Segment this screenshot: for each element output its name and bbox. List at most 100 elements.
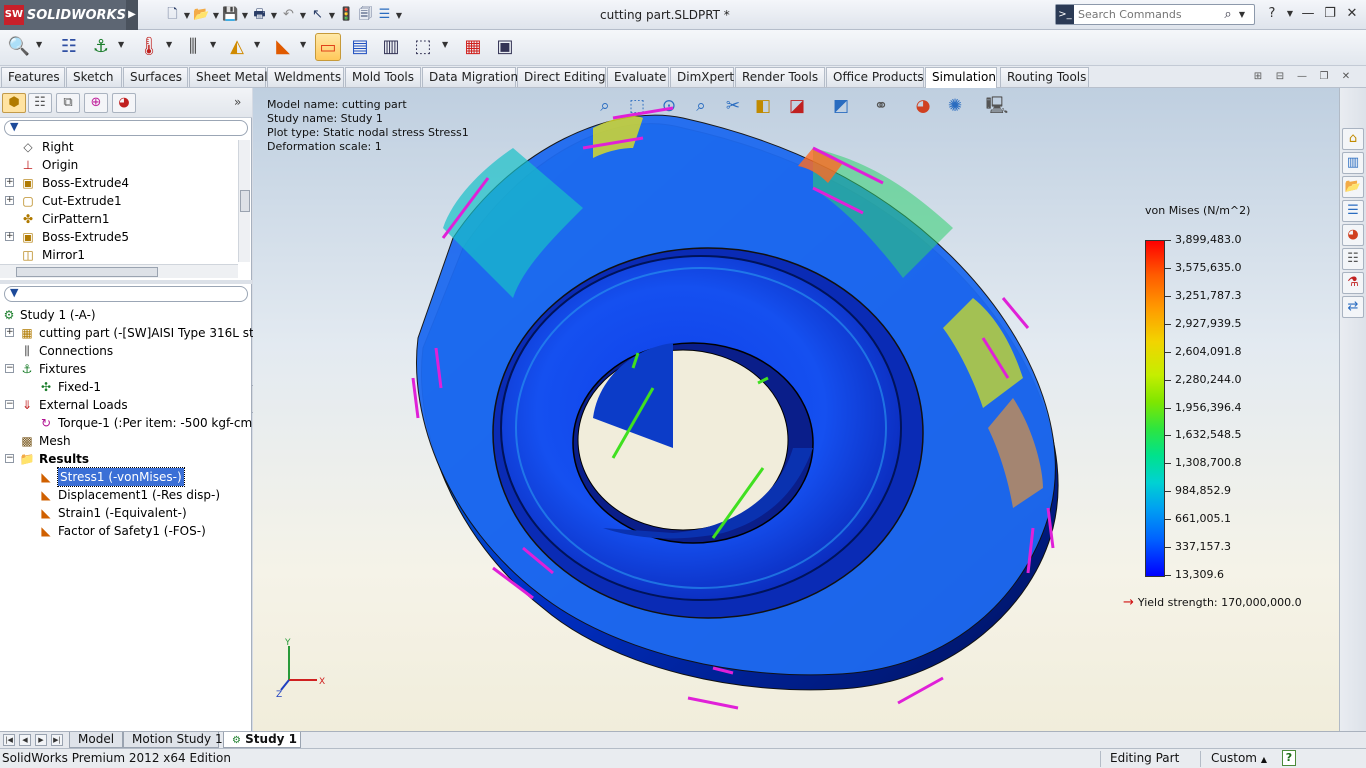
tree-item-origin[interactable]: ⊥ Origin bbox=[0, 156, 240, 174]
study-item-part[interactable]: + ▦ cutting part (-[SW]AISI Type 316L stai… bbox=[0, 324, 283, 342]
new-dropdown-icon[interactable]: ▼ bbox=[183, 11, 191, 20]
study-advisor-icon[interactable]: 🔍 bbox=[6, 33, 32, 61]
save-dropdown-icon[interactable]: ▼ bbox=[241, 11, 249, 20]
first-tab-icon[interactable]: |◀ bbox=[3, 734, 15, 746]
panel-splitter[interactable] bbox=[0, 280, 252, 284]
study-item-fixtures[interactable]: − ⚓ Fixtures bbox=[0, 360, 252, 378]
expand-panel-icon[interactable]: » bbox=[234, 95, 241, 109]
tree-item-cirpattern1[interactable]: ✤ CirPattern1 bbox=[0, 210, 240, 228]
units-selector[interactable]: Custom ▲ bbox=[1211, 749, 1267, 768]
tab-office-products[interactable]: Office Products bbox=[826, 67, 924, 87]
tab-sheet-metal[interactable]: Sheet Metal bbox=[189, 67, 268, 87]
tab-routing-tools[interactable]: Routing Tools bbox=[1000, 67, 1089, 87]
tab-dimxpert[interactable]: DimXpert bbox=[670, 67, 734, 87]
plot-tools-icon[interactable]: ⬚ bbox=[410, 33, 436, 61]
propertymanager-tab-icon[interactable]: ☷ bbox=[28, 93, 52, 113]
collapse-icon[interactable]: − bbox=[5, 400, 14, 409]
expand-icon[interactable]: + bbox=[5, 232, 14, 241]
print-icon[interactable]: 🖶 bbox=[251, 7, 268, 23]
connections-dropdown-icon[interactable]: ▼ bbox=[210, 40, 216, 49]
doc-minimize-icon[interactable]: — bbox=[1294, 70, 1310, 84]
menu-chevron-icon[interactable]: ▶ bbox=[126, 0, 138, 30]
tab-model[interactable]: Model bbox=[69, 732, 123, 748]
collapse-icon[interactable]: − bbox=[5, 364, 14, 373]
displaymanager-tab-icon[interactable]: ◕ bbox=[112, 93, 136, 113]
simulation-advisor-icon[interactable]: ⚗ bbox=[1342, 272, 1364, 294]
tab-simulation[interactable]: Simulation bbox=[925, 67, 997, 88]
study-item-external-loads[interactable]: − ⇓ External Loads bbox=[0, 396, 252, 414]
report-icon[interactable]: ▦ bbox=[460, 33, 486, 61]
print-dropdown-icon[interactable]: ▼ bbox=[270, 11, 278, 20]
tab-mold-tools[interactable]: Mold Tools bbox=[345, 67, 421, 87]
deformed-result-icon[interactable]: ▭ bbox=[315, 33, 341, 61]
tab-surfaces[interactable]: Surfaces bbox=[123, 67, 188, 87]
graphics-area[interactable]: Model name: cutting part Study name: Stu… bbox=[253, 88, 1339, 731]
expand-icon[interactable]: + bbox=[5, 196, 14, 205]
file-explorer-icon[interactable]: 📂 bbox=[1342, 176, 1364, 198]
fixtures-dropdown-icon[interactable]: ▼ bbox=[118, 40, 124, 49]
result-displacement1[interactable]: ◣ Displacement1 (-Res disp-) bbox=[0, 486, 252, 504]
tab-direct-editing[interactable]: Direct Editing bbox=[517, 67, 606, 87]
tab-features[interactable]: Features bbox=[1, 67, 65, 87]
configurationmanager-tab-icon[interactable]: ⧉ bbox=[56, 93, 80, 113]
results-dropdown-icon[interactable]: ▼ bbox=[300, 40, 306, 49]
tab-data-migration[interactable]: Data Migration bbox=[422, 67, 518, 87]
rebuild-icon[interactable]: 🚦 bbox=[338, 7, 355, 23]
results-advisor-icon[interactable]: ◣ bbox=[270, 33, 296, 61]
plot-tools-dropdown-icon[interactable]: ▼ bbox=[442, 40, 448, 49]
close-icon[interactable]: ✕ bbox=[1342, 5, 1362, 23]
appearances-icon[interactable]: ◕ bbox=[1342, 224, 1364, 246]
design-library-icon[interactable]: ▥ bbox=[1342, 152, 1364, 174]
study-item-results[interactable]: − 📁 Results bbox=[0, 450, 252, 468]
tree-item-boss-extrude5[interactable]: + ▣ Boss-Extrude5 bbox=[0, 228, 240, 246]
prev-tab-icon[interactable]: ◀ bbox=[19, 734, 31, 746]
quick-tips-help-icon[interactable]: ? bbox=[1282, 750, 1296, 766]
tile-horizontal-icon[interactable]: ⊞ bbox=[1250, 70, 1266, 84]
compare-results-icon[interactable]: ▤ bbox=[347, 33, 373, 61]
tab-motion-study-1[interactable]: Motion Study 1 bbox=[123, 732, 223, 748]
tab-sketch[interactable]: Sketch bbox=[66, 67, 122, 87]
minimize-icon[interactable]: — bbox=[1298, 5, 1318, 23]
design-insight-icon[interactable]: ▥ bbox=[378, 33, 404, 61]
restore-icon[interactable]: ❐ bbox=[1320, 5, 1340, 23]
mesh-dropdown-icon[interactable]: ▼ bbox=[254, 40, 260, 49]
tile-vertical-icon[interactable]: ⊟ bbox=[1272, 70, 1288, 84]
tree-item-right[interactable]: ◇ Right bbox=[0, 138, 240, 156]
expand-icon[interactable]: + bbox=[5, 328, 14, 337]
study-item-connections[interactable]: ⫼ Connections bbox=[0, 342, 252, 360]
search-results-icon[interactable]: ☰ bbox=[1342, 200, 1364, 222]
doc-restore-icon[interactable]: ❐ bbox=[1316, 70, 1332, 84]
connections-icon[interactable]: ⫼ bbox=[180, 33, 206, 61]
loads-dropdown-icon[interactable]: ▼ bbox=[166, 40, 172, 49]
doc-close-icon[interactable]: ✕ bbox=[1338, 70, 1354, 84]
search-icon[interactable]: ⌕ bbox=[1218, 7, 1238, 22]
scroll-thumb[interactable] bbox=[240, 190, 250, 212]
tab-study-1[interactable]: ⚙ Study 1 bbox=[223, 732, 301, 748]
dimxpertmanager-tab-icon[interactable]: ⊕ bbox=[84, 93, 108, 113]
undo-icon[interactable]: ↶ bbox=[280, 7, 297, 23]
open-dropdown-icon[interactable]: ▼ bbox=[212, 11, 220, 20]
study-root[interactable]: ⚙ Study 1 (-A-) bbox=[0, 306, 252, 324]
tree-item-cut-extrude1[interactable]: + ▢ Cut-Extrude1 bbox=[0, 192, 240, 210]
tab-weldments[interactable]: Weldments bbox=[267, 67, 344, 87]
forum-icon[interactable]: ⇄ bbox=[1342, 296, 1364, 318]
study-tree-filter[interactable]: ▼ bbox=[4, 286, 248, 302]
collapse-icon[interactable]: − bbox=[5, 454, 14, 463]
scroll-thumb[interactable] bbox=[16, 267, 158, 277]
open-folder-icon[interactable]: 📂 bbox=[193, 7, 210, 23]
run-icon[interactable]: ☷ bbox=[56, 33, 82, 61]
mesh-icon[interactable]: ◭ bbox=[224, 33, 250, 61]
tree-vertical-scrollbar[interactable] bbox=[238, 140, 250, 262]
file-properties-icon[interactable]: 🗐 bbox=[357, 7, 374, 23]
tree-horizontal-scrollbar[interactable] bbox=[0, 264, 238, 278]
search-input[interactable] bbox=[1078, 6, 1218, 23]
result-stress1[interactable]: ◣ Stress1 (-vonMises-) bbox=[0, 467, 252, 487]
thermal-loads-icon[interactable]: 🌡 bbox=[136, 33, 162, 61]
solidworks-resources-icon[interactable]: ⌂ bbox=[1342, 128, 1364, 150]
search-dropdown-icon[interactable]: ▼ bbox=[1238, 10, 1246, 19]
include-image-icon[interactable]: ▣ bbox=[492, 33, 518, 61]
options-dropdown-icon[interactable]: ▼ bbox=[395, 11, 403, 20]
help-icon[interactable]: ? bbox=[1262, 5, 1282, 23]
custom-properties-icon[interactable]: ☷ bbox=[1342, 248, 1364, 270]
study-item-mesh[interactable]: ▩ Mesh bbox=[0, 432, 252, 450]
